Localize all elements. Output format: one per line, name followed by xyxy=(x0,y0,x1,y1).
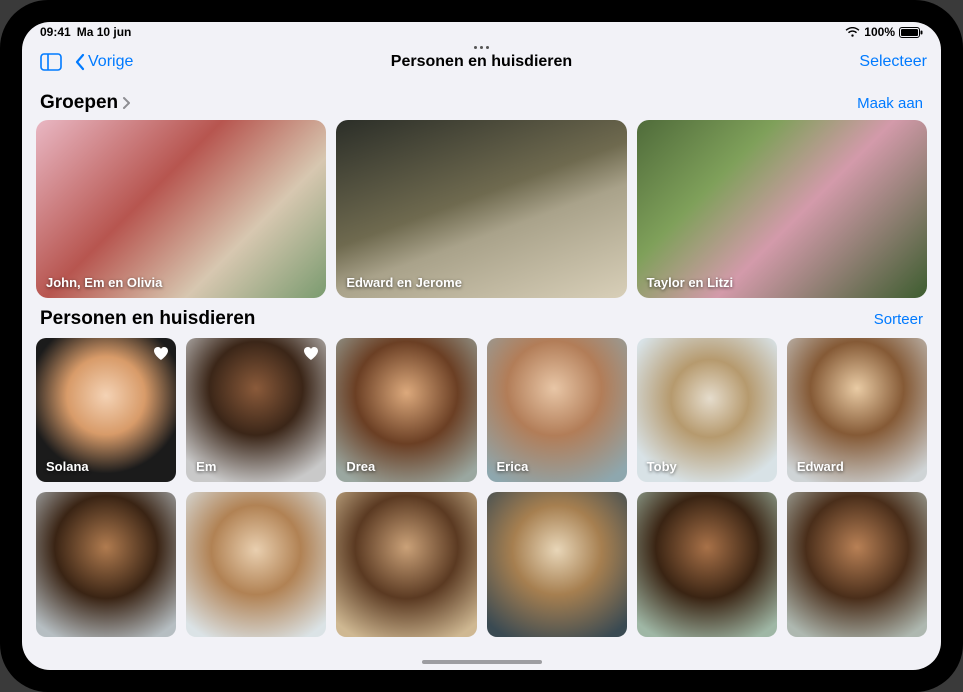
person-tile[interactable] xyxy=(336,492,476,636)
groups-row: John, Em en Olivia Edward en Jerome Tayl… xyxy=(36,120,927,298)
person-tile[interactable]: Toby xyxy=(637,338,777,482)
person-thumbnail xyxy=(186,492,326,636)
create-group-button[interactable]: Maak aan xyxy=(857,95,923,112)
person-label: Solana xyxy=(46,459,89,474)
battery-icon xyxy=(899,27,923,38)
status-date: Ma 10 jun xyxy=(77,25,132,39)
home-indicator[interactable] xyxy=(422,660,542,664)
screen: 09:41 Ma 10 jun 100% xyxy=(22,22,941,670)
group-label: Edward en Jerome xyxy=(346,275,462,290)
person-label: Drea xyxy=(346,459,375,474)
wifi-icon xyxy=(845,27,860,38)
people-title: Personen en huisdieren xyxy=(40,308,255,330)
favorite-heart-icon xyxy=(302,344,320,362)
group-thumbnail xyxy=(36,120,326,298)
group-tile[interactable]: John, Em en Olivia xyxy=(36,120,326,298)
chevron-right-icon xyxy=(122,96,132,110)
person-label: Edward xyxy=(797,459,844,474)
person-label: Toby xyxy=(647,459,677,474)
group-tile[interactable]: Taylor en Litzi xyxy=(637,120,927,298)
nav-bar: Vorige Personen en huisdieren Selecteer xyxy=(22,42,941,82)
device-frame: 09:41 Ma 10 jun 100% xyxy=(0,0,963,692)
people-title-text: Personen en huisdieren xyxy=(40,308,255,330)
person-tile[interactable]: Erica xyxy=(487,338,627,482)
page-title: Personen en huisdieren xyxy=(22,53,941,71)
people-header: Personen en huisdieren Sorteer xyxy=(36,298,927,336)
content-scroll[interactable]: Groepen Maak aan John, Em en Olivia Edwa… xyxy=(22,82,941,670)
person-tile[interactable] xyxy=(787,492,927,636)
sort-button[interactable]: Sorteer xyxy=(874,311,923,328)
person-label: Em xyxy=(196,459,216,474)
person-tile[interactable] xyxy=(36,492,176,636)
groups-title[interactable]: Groepen xyxy=(40,92,132,114)
person-tile[interactable] xyxy=(487,492,627,636)
person-tile[interactable] xyxy=(637,492,777,636)
person-tile[interactable] xyxy=(186,492,326,636)
person-tile[interactable]: Solana xyxy=(36,338,176,482)
status-battery-pct: 100% xyxy=(864,25,895,39)
person-tile[interactable]: Em xyxy=(186,338,326,482)
person-thumbnail xyxy=(787,492,927,636)
group-thumbnail xyxy=(637,120,927,298)
select-button[interactable]: Selecteer xyxy=(859,53,927,71)
people-grid: Solana Em Drea Erica xyxy=(36,338,927,637)
person-thumbnail xyxy=(36,492,176,636)
back-button[interactable]: Vorige xyxy=(74,53,133,71)
person-tile[interactable]: Drea xyxy=(336,338,476,482)
person-tile[interactable]: Edward xyxy=(787,338,927,482)
person-thumbnail xyxy=(487,492,627,636)
groups-header: Groepen Maak aan xyxy=(36,82,927,120)
group-label: Taylor en Litzi xyxy=(647,275,733,290)
status-time: 09:41 xyxy=(40,25,71,39)
back-label: Vorige xyxy=(88,53,133,71)
groups-title-text: Groepen xyxy=(40,92,118,114)
favorite-heart-icon xyxy=(152,344,170,362)
group-label: John, Em en Olivia xyxy=(46,275,162,290)
person-thumbnail xyxy=(637,492,777,636)
group-tile[interactable]: Edward en Jerome xyxy=(336,120,626,298)
person-label: Erica xyxy=(497,459,529,474)
status-bar: 09:41 Ma 10 jun 100% xyxy=(22,22,941,42)
sidebar-toggle-button[interactable] xyxy=(36,49,66,75)
person-thumbnail xyxy=(336,492,476,636)
group-thumbnail xyxy=(336,120,626,298)
chevron-left-icon xyxy=(74,53,86,71)
